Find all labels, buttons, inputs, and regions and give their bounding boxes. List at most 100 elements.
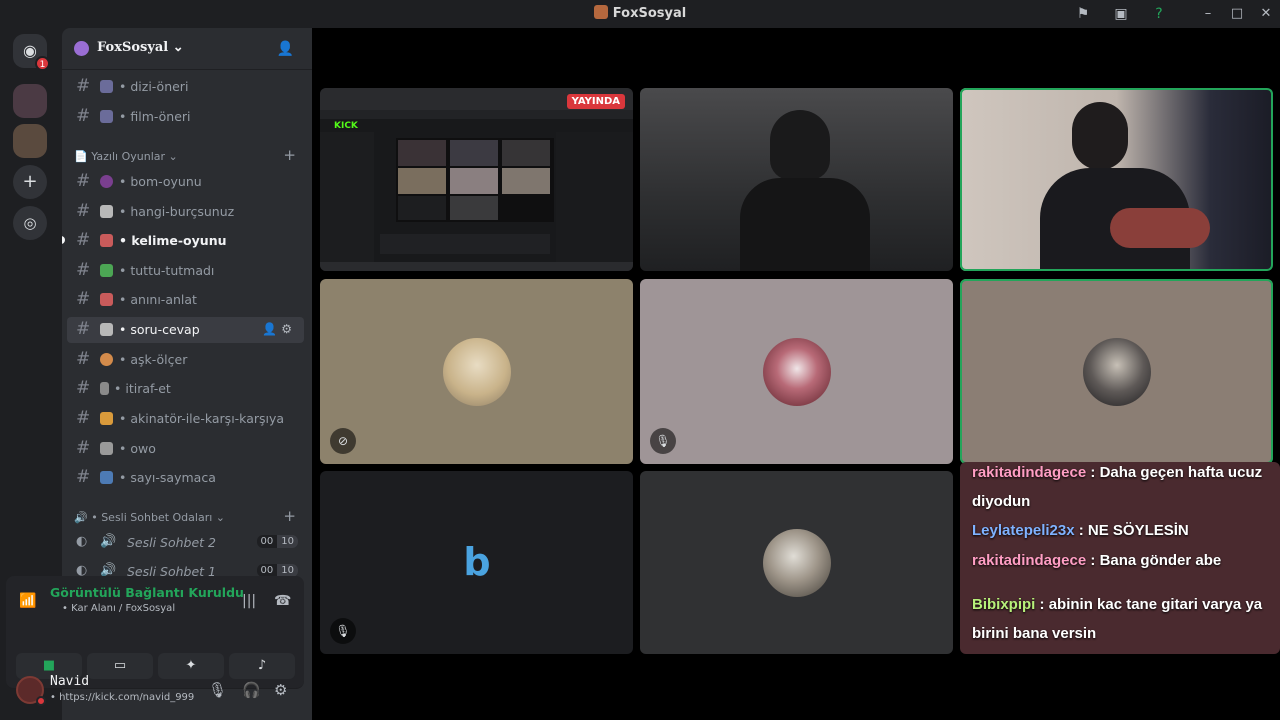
kick-sidebar xyxy=(320,132,374,271)
user-name[interactable]: Navid xyxy=(50,674,89,689)
add-voice-channel-icon[interactable]: + xyxy=(283,507,296,525)
camera-tile-guitarist[interactable] xyxy=(640,88,953,271)
chat-username: rakitadindagece xyxy=(972,464,1087,481)
muted-mic-icon: 🎙 xyxy=(330,618,356,644)
avatar xyxy=(762,528,831,597)
unread-indicator xyxy=(62,236,65,244)
channel-hangi-burcsunuz[interactable]: # • hangi-burçsunuz xyxy=(67,199,304,225)
add-server-icon[interactable]: + xyxy=(13,165,47,199)
chat-text: Bana gönder abe xyxy=(1099,552,1222,569)
browser-bookmarks xyxy=(320,110,633,119)
close-button[interactable]: ✕ xyxy=(1254,4,1278,24)
channel-name-text: anını-anlat xyxy=(130,292,197,307)
channel-actions: 👤⚙ xyxy=(262,322,296,336)
check-emoji-icon xyxy=(100,264,113,277)
server-name: FoxSosyal ⌄ xyxy=(97,40,184,55)
participant-tile-3[interactable] xyxy=(960,279,1273,464)
headphones-icon[interactable]: 🎧 xyxy=(242,681,261,699)
channel-name: • soru-cevap xyxy=(119,322,200,337)
server-icon-foxsosyal[interactable] xyxy=(13,124,47,158)
hash-icon: # xyxy=(76,260,91,280)
participant-tile-5[interactable] xyxy=(640,471,953,654)
person-silhouette xyxy=(770,110,830,180)
category-label: Yazılı Oyunlar xyxy=(91,150,166,163)
avatar xyxy=(442,337,511,406)
explore-icon[interactable]: ◎ xyxy=(13,206,47,240)
channel-sayi-saymaca[interactable]: # • sayı-saymaca xyxy=(67,465,304,491)
taskbar xyxy=(320,262,633,271)
channel-name-text: sayı-saymaca xyxy=(130,470,216,485)
category-sesli-sohbet[interactable]: 🔊 • Sesli Sohbet Odaları ⌄ xyxy=(74,511,225,524)
chat-username: Leylatepeli23x xyxy=(972,522,1075,539)
voice-channel-sesli-sohbet-2[interactable]: ◐ 🔊 Sesli Sohbet 2 00 10 xyxy=(67,530,304,556)
voice-status[interactable]: Görüntülü Bağlantı Kuruldu xyxy=(50,585,244,600)
maximize-button[interactable]: □ xyxy=(1225,4,1249,24)
camera-tile-speaker[interactable] xyxy=(960,88,1273,271)
status-dnd-icon xyxy=(36,696,46,706)
category-yazili-oyunlar[interactable]: 📄 Yazılı Oyunlar ⌄ xyxy=(74,150,178,163)
video-grid: KICK YAYINDA ⊘ 🎙 b 🎙 rakitadindagece: D… xyxy=(312,28,1280,720)
help-icon[interactable]: ? xyxy=(1150,5,1168,23)
voice-count-current: 00 xyxy=(256,535,278,548)
voice-user-count: 00 10 xyxy=(256,535,298,548)
channel-name: • dizi-öneri xyxy=(119,79,189,94)
hash-icon: # xyxy=(76,201,91,221)
stream-chat-overlay: rakitadindagece : Daha geçen hafta ucuz … xyxy=(960,462,1280,654)
participant-tile-1[interactable]: ⊘ xyxy=(320,279,633,464)
chat-username: Bibixpipi xyxy=(972,596,1036,613)
person-body xyxy=(740,178,870,271)
screen-share-tile[interactable]: KICK YAYINDA xyxy=(320,88,633,271)
channel-itiraf-et[interactable]: # • itiraf-et xyxy=(67,376,304,402)
genie-emoji-icon xyxy=(100,412,113,425)
settings-gear-icon[interactable]: ⚙ xyxy=(281,322,296,336)
speaker-emoji-icon xyxy=(100,382,109,395)
channel-kelime-oyunu[interactable]: # • kelime-oyunu xyxy=(62,228,304,254)
server-icon-meow[interactable] xyxy=(13,84,47,118)
chat-message: rakitadindagece : Bana gönder abe xyxy=(972,552,1222,569)
server-header[interactable]: FoxSosyal ⌄ 👤 xyxy=(62,28,312,70)
channel-name-text: owo xyxy=(130,441,156,456)
participant-tile-4[interactable]: b 🎙 xyxy=(320,471,633,654)
channel-akinator[interactable]: # • akinatör-ile-karşı-karşıya xyxy=(67,406,304,432)
channel-soru-cevap[interactable]: # • soru-cevap 👤⚙ xyxy=(67,317,304,343)
hash-icon: # xyxy=(76,467,91,487)
participant-tile-2[interactable]: 🎙 xyxy=(640,279,953,464)
channel-name: • itiraf-et xyxy=(114,381,171,396)
channel-name-text: dizi-öneri xyxy=(130,79,189,94)
channel-dizi-oneri[interactable]: # • dizi-öneri xyxy=(67,74,304,100)
channel-film-oneri[interactable]: # • film-öneri xyxy=(67,104,304,130)
channel-emoji-icon xyxy=(100,110,113,123)
voice-location-text: Kar Alanı / FoxSosyal xyxy=(71,603,176,614)
channel-tuttu-tutmadi[interactable]: # • tuttu-tutmadı xyxy=(67,258,304,284)
user-settings-gear-icon[interactable]: ⚙ xyxy=(274,681,287,699)
channel-owo[interactable]: # • owo xyxy=(67,436,304,462)
channel-name: • film-öneri xyxy=(119,109,191,124)
flag-icon[interactable]: ⚑ xyxy=(1074,5,1092,23)
signal-icon[interactable]: 📶 xyxy=(19,593,41,615)
channel-anini-anlat[interactable]: # • anını-anlat xyxy=(67,287,304,313)
invite-icon[interactable]: 👤 xyxy=(262,322,281,336)
channel-name-text: aşk-ölçer xyxy=(130,352,188,367)
hash-icon: # xyxy=(76,319,91,339)
disconnect-icon[interactable]: ☎ xyxy=(274,593,291,609)
deafened-icon: ⊘ xyxy=(330,428,356,454)
channel-bom-oyunu[interactable]: # • bom-oyunu xyxy=(67,169,304,195)
noise-suppression-icon[interactable]: ||| xyxy=(242,593,256,609)
minimize-button[interactable]: – xyxy=(1196,4,1220,24)
invite-people-icon[interactable]: 👤 xyxy=(277,41,294,57)
notification-badge: 1 xyxy=(35,56,50,71)
user-status-text-value: https://kick.com/navid_999 xyxy=(59,692,195,703)
channel-name: • hangi-burçsunuz xyxy=(119,204,235,219)
home-button[interactable]: ◉ 1 xyxy=(13,34,50,71)
avatar xyxy=(762,337,831,406)
live-badge: YAYINDA xyxy=(566,94,625,109)
chat-username: rakitadindagece xyxy=(972,552,1087,569)
title-bar: FoxSosyal ⚑ ▣ ? – □ ✕ xyxy=(0,0,1280,28)
inbox-icon[interactable]: ▣ xyxy=(1112,5,1130,23)
guitar xyxy=(1110,208,1210,248)
voice-location[interactable]: • Kar Alanı / FoxSosyal xyxy=(62,603,175,614)
hash-icon: # xyxy=(76,106,91,126)
microphone-icon[interactable]: 🎙 xyxy=(208,681,227,699)
add-channel-icon[interactable]: + xyxy=(283,146,296,164)
channel-ask-olcer[interactable]: # • aşk-ölçer xyxy=(67,347,304,373)
